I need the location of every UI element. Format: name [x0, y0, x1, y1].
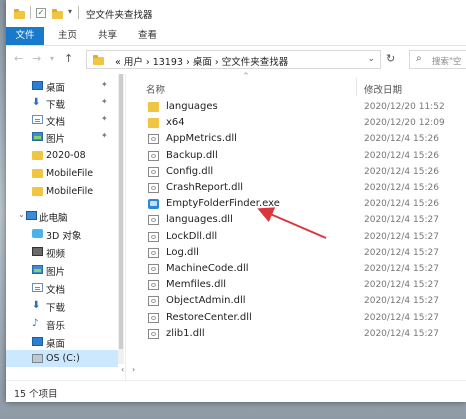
- file-explorer-window: ✓ ▾ 空文件夹查找器 文件 主页 共享 查看 ← → ▾ ↑ « 用户 › 1…: [6, 0, 466, 402]
- scroll-right-icon[interactable]: ›: [132, 365, 135, 374]
- red-arrow: [257, 207, 327, 239]
- annotation-arrow: [257, 207, 327, 239]
- scroll-left-icon[interactable]: ‹: [121, 365, 124, 374]
- item-count: 15 个项目: [14, 389, 58, 400]
- horizontal-scrollbar[interactable]: ‹ ›: [120, 365, 466, 378]
- status-bar: 15 个项目: [6, 380, 466, 402]
